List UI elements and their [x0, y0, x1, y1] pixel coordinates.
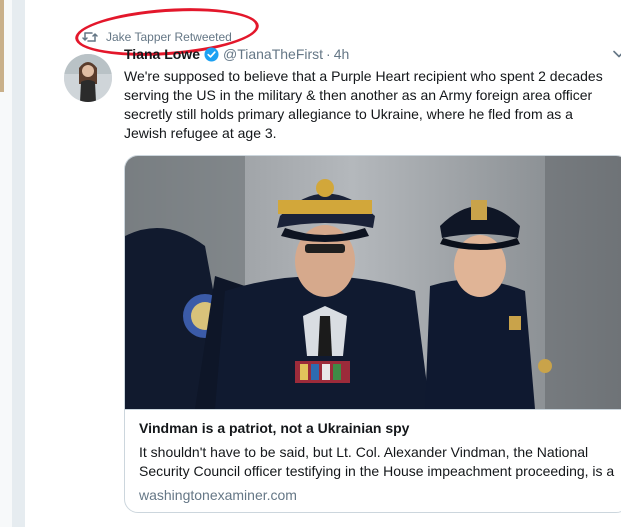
- left-column-edge: [0, 0, 13, 527]
- user-handle[interactable]: @TianaTheFirst: [223, 46, 323, 62]
- tweet-timestamp[interactable]: 4h: [334, 46, 350, 62]
- link-card-body[interactable]: Vindman is a patriot, not a Ukrainian sp…: [125, 409, 621, 512]
- display-name[interactable]: Tiana Lowe: [124, 46, 200, 62]
- article-photo: [125, 156, 621, 409]
- link-preview-card[interactable]: Vindman is a patriot, not a Ukrainian sp…: [124, 155, 621, 513]
- avatar[interactable]: [64, 54, 112, 102]
- tweet-card[interactable]: Jake Tapper Retweeted Tiana Lowe @TianaT…: [24, 0, 621, 527]
- tweet-header: Tiana Lowe @TianaTheFirst · 4h: [124, 46, 349, 62]
- link-card-description: It shouldn't have to be said, but Lt. Co…: [139, 444, 615, 479]
- header-separator: ·: [326, 46, 331, 62]
- verified-badge-icon: [204, 46, 219, 62]
- avatar-image: [64, 54, 112, 102]
- tweet-text: We're supposed to believe that a Purple …: [124, 68, 603, 141]
- chevron-down-icon[interactable]: [613, 50, 621, 58]
- link-card-domain[interactable]: washingtonexaminer.com: [139, 487, 297, 503]
- left-column-thumbnail: [0, 0, 4, 92]
- link-card-title[interactable]: Vindman is a patriot, not a Ukrainian sp…: [139, 420, 409, 436]
